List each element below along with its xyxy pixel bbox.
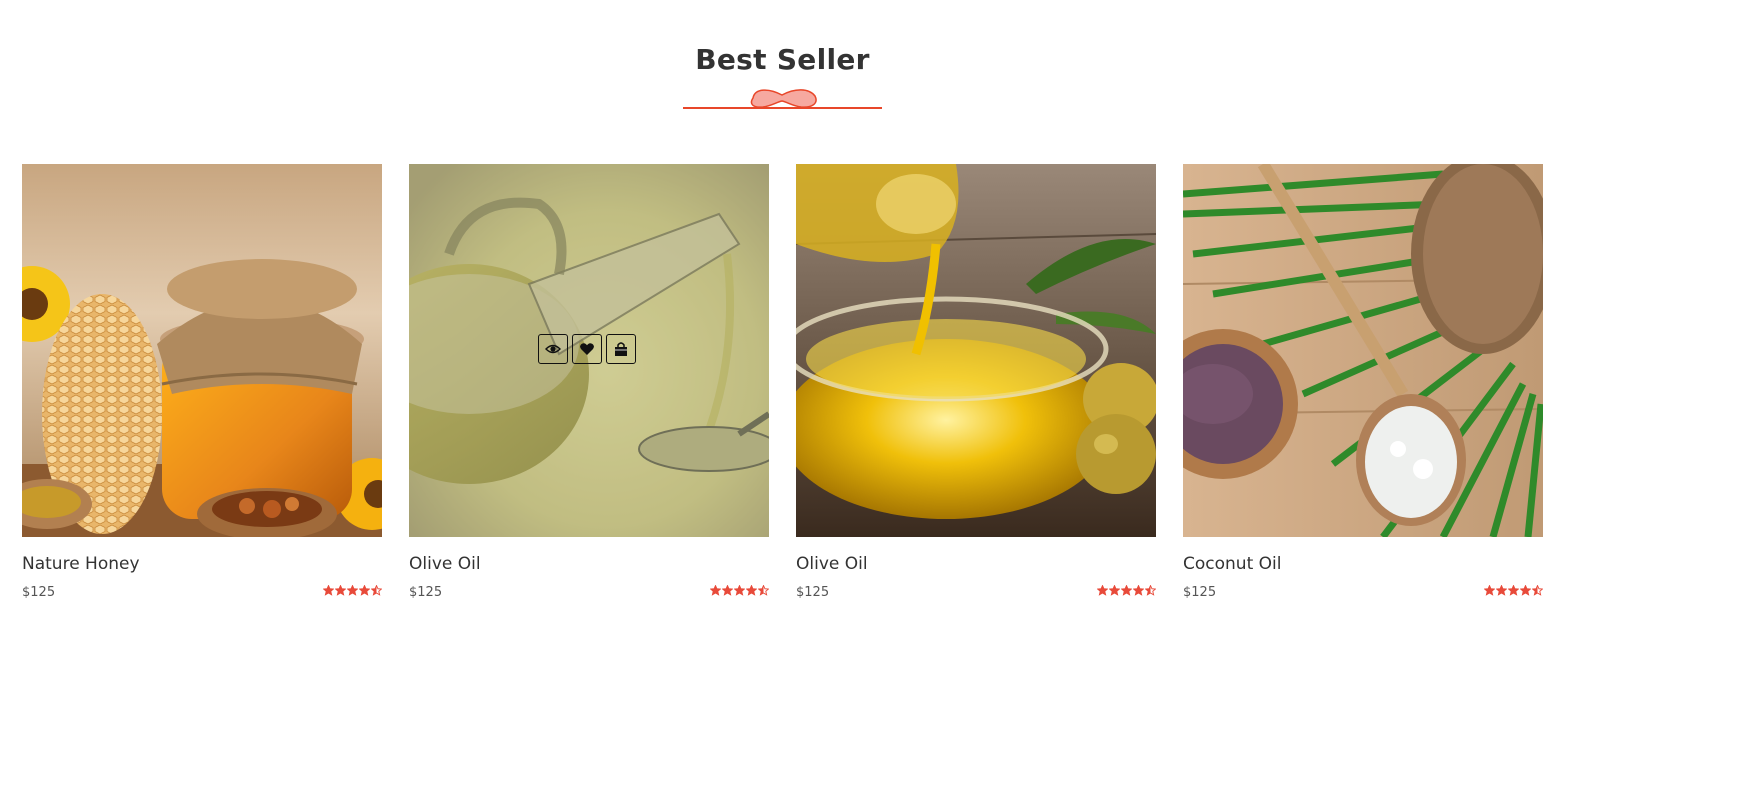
star-full-icon xyxy=(1520,585,1531,596)
star-full-icon xyxy=(1508,585,1519,596)
product-actions xyxy=(538,334,636,364)
product-name[interactable]: Nature Honey xyxy=(22,552,140,576)
product-price: $125 xyxy=(796,585,830,600)
star-full-icon xyxy=(734,585,745,596)
star-half-icon xyxy=(758,585,769,596)
star-full-icon xyxy=(1484,585,1495,596)
product-image-coconut-oil[interactable] xyxy=(1183,164,1543,537)
star-rating xyxy=(323,585,382,596)
star-rating xyxy=(710,585,769,596)
honey-jar-photo xyxy=(22,164,382,537)
product-card[interactable]: Olive Oil $125 xyxy=(409,164,769,614)
star-full-icon xyxy=(1109,585,1120,596)
star-full-icon xyxy=(335,585,346,596)
eye-icon xyxy=(545,344,561,354)
star-full-icon xyxy=(710,585,721,596)
product-card[interactable]: Coconut Oil $125 xyxy=(1183,164,1543,614)
star-full-icon xyxy=(323,585,334,596)
star-full-icon xyxy=(1133,585,1144,596)
star-half-icon xyxy=(371,585,382,596)
product-card[interactable]: Olive Oil $125 xyxy=(796,164,1156,614)
best-seller-page: Best Seller Nature Honey $125 Olive Oil … xyxy=(0,0,1743,787)
star-half-icon xyxy=(1145,585,1156,596)
product-image-honey[interactable] xyxy=(22,164,382,537)
star-full-icon xyxy=(1121,585,1132,596)
section-header: Best Seller xyxy=(0,42,1565,78)
star-half-icon xyxy=(1532,585,1543,596)
product-name[interactable]: Coconut Oil xyxy=(1183,552,1281,576)
star-rating xyxy=(1484,585,1543,596)
product-price: $125 xyxy=(1183,585,1217,600)
product-grid: Nature Honey $125 Olive Oil $125 Olive O… xyxy=(22,164,1543,614)
star-full-icon xyxy=(1097,585,1108,596)
star-full-icon xyxy=(722,585,733,596)
add-to-cart-button[interactable] xyxy=(606,334,636,364)
heart-icon xyxy=(580,343,594,355)
wishlist-button[interactable] xyxy=(572,334,602,364)
product-name[interactable]: Olive Oil xyxy=(409,552,481,576)
product-image-olive-oil-bowl[interactable] xyxy=(796,164,1156,537)
product-name[interactable]: Olive Oil xyxy=(796,552,868,576)
star-full-icon xyxy=(746,585,757,596)
product-price: $125 xyxy=(22,585,56,600)
quick-view-button[interactable] xyxy=(538,334,568,364)
product-price: $125 xyxy=(409,585,443,600)
coconut-oil-photo xyxy=(1183,164,1543,537)
star-rating xyxy=(1097,585,1156,596)
star-full-icon xyxy=(1496,585,1507,596)
star-full-icon xyxy=(347,585,358,596)
star-full-icon xyxy=(359,585,370,596)
product-card[interactable]: Nature Honey $125 xyxy=(22,164,382,614)
product-image-olive-oil-bottle[interactable] xyxy=(409,164,769,537)
olive-oil-bowl-photo xyxy=(796,164,1156,537)
title-divider-ornament xyxy=(683,89,882,109)
section-title: Best Seller xyxy=(695,43,870,76)
shopping-bag-icon xyxy=(615,342,627,356)
